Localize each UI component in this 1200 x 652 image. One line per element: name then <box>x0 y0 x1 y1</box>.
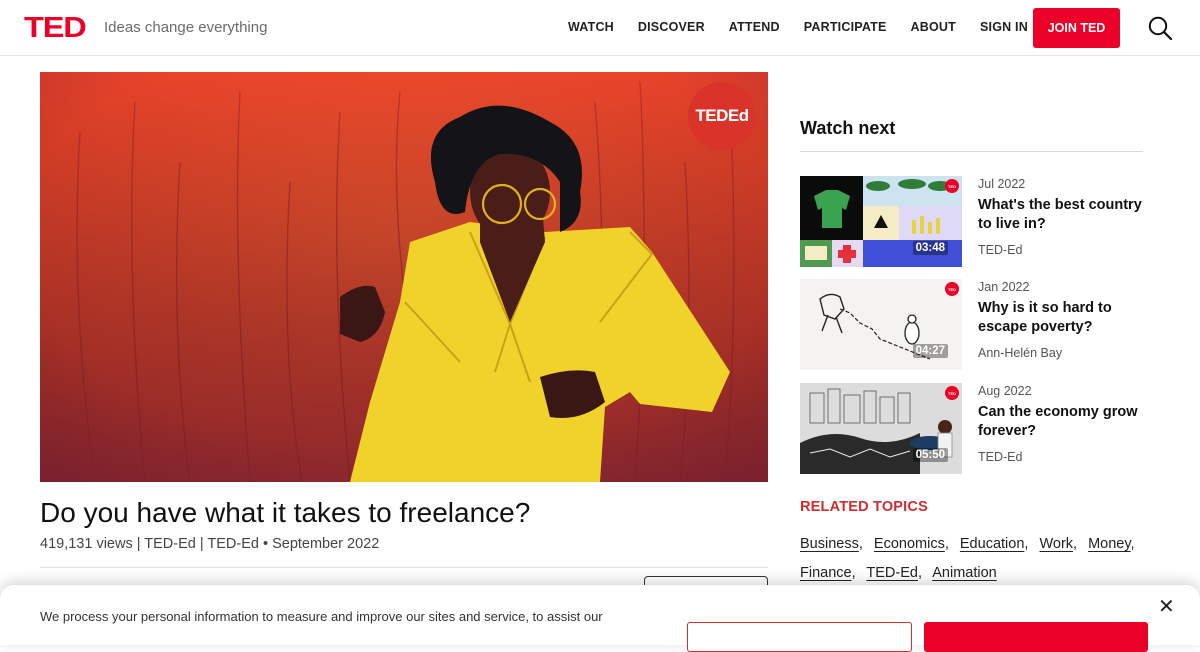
topic-link[interactable]: Work <box>1039 536 1073 552</box>
ted-ed-badge: TEDEd <box>688 82 756 150</box>
nav-sign-in[interactable]: SIGN IN <box>980 20 1028 34</box>
ted-logo[interactable]: TED <box>24 14 87 43</box>
ted-logo-icon: TED <box>945 179 959 193</box>
card-speaker: TED-Ed <box>978 450 1023 464</box>
nav-discover[interactable]: DISCOVER <box>638 20 705 34</box>
card-date: Jan 2022 <box>978 280 1030 294</box>
watch-next-card[interactable]: TED 05:50 Aug 2022 Can the economy grow … <box>800 383 1143 474</box>
search-icon[interactable] <box>1148 16 1172 40</box>
card-speaker: Ann-Helén Bay <box>978 346 1063 360</box>
watch-next-card[interactable]: TED 04:27 Jan 2022 Why is it so hard to … <box>800 279 1143 370</box>
card-title[interactable]: Can the economy grow forever? <box>978 403 1143 441</box>
talk-title: Do you have what it takes to freelance? <box>40 497 531 528</box>
divider <box>40 567 768 568</box>
site-header: TED Ideas change everything WATCH DISCOV… <box>0 0 1200 56</box>
hero-illustration <box>40 72 768 482</box>
topic-link[interactable]: Economics <box>874 536 945 552</box>
cookie-banner: We process your personal information to … <box>0 585 1200 652</box>
close-icon[interactable]: ✕ <box>1158 597 1175 617</box>
topic-link[interactable]: Animation <box>932 565 996 581</box>
tagline: Ideas change everything <box>104 19 268 36</box>
topic-link[interactable]: Business <box>800 536 859 552</box>
topic-link[interactable]: Education <box>960 536 1025 552</box>
ted-logo-icon: TED <box>945 282 959 296</box>
video-player[interactable]: TEDEd <box>40 72 768 482</box>
card-speaker: TED-Ed <box>978 243 1023 257</box>
talk-meta: 419,131 views | TED-Ed | TED-Ed • Septem… <box>40 536 380 552</box>
topic-link[interactable]: Finance <box>800 565 852 581</box>
watch-next-heading: Watch next <box>800 118 896 138</box>
nav-attend[interactable]: ATTEND <box>729 20 780 34</box>
video-thumbnail[interactable]: TED 03:48 <box>800 176 962 267</box>
cookie-accept-button[interactable] <box>924 622 1148 652</box>
related-topics-heading: RELATED TOPICS <box>800 499 928 515</box>
ted-logo-icon: TED <box>945 386 959 400</box>
topic-link[interactable]: TED-Ed <box>866 565 918 581</box>
nav-participate[interactable]: PARTICIPATE <box>804 20 887 34</box>
related-topics-list: Business, Economics, Education, Work, Mo… <box>800 536 1135 581</box>
card-title[interactable]: Why is it so hard to escape poverty? <box>978 299 1143 337</box>
watch-next-card[interactable]: TED 03:48 Jul 2022 What's the best count… <box>800 176 1143 267</box>
nav-watch[interactable]: WATCH <box>568 20 614 34</box>
video-duration: 05:50 <box>912 448 948 462</box>
main-nav: WATCH DISCOVER ATTEND PARTICIPATE ABOUT … <box>568 20 1052 34</box>
video-duration: 04:27 <box>912 344 948 358</box>
video-thumbnail[interactable]: TED 05:50 <box>800 383 962 474</box>
cookie-text: We process your personal information to … <box>40 609 603 624</box>
nav-about[interactable]: ABOUT <box>911 20 956 34</box>
card-title[interactable]: What's the best country to live in? <box>978 196 1143 234</box>
join-ted-button[interactable]: JOIN TED <box>1033 8 1120 48</box>
card-date: Jul 2022 <box>978 177 1026 191</box>
divider <box>800 151 1143 152</box>
video-thumbnail[interactable]: TED 04:27 <box>800 279 962 370</box>
card-date: Aug 2022 <box>978 384 1032 398</box>
cookie-settings-button[interactable] <box>687 622 912 652</box>
topic-link[interactable]: Money <box>1088 536 1130 552</box>
video-duration: 03:48 <box>912 241 948 255</box>
